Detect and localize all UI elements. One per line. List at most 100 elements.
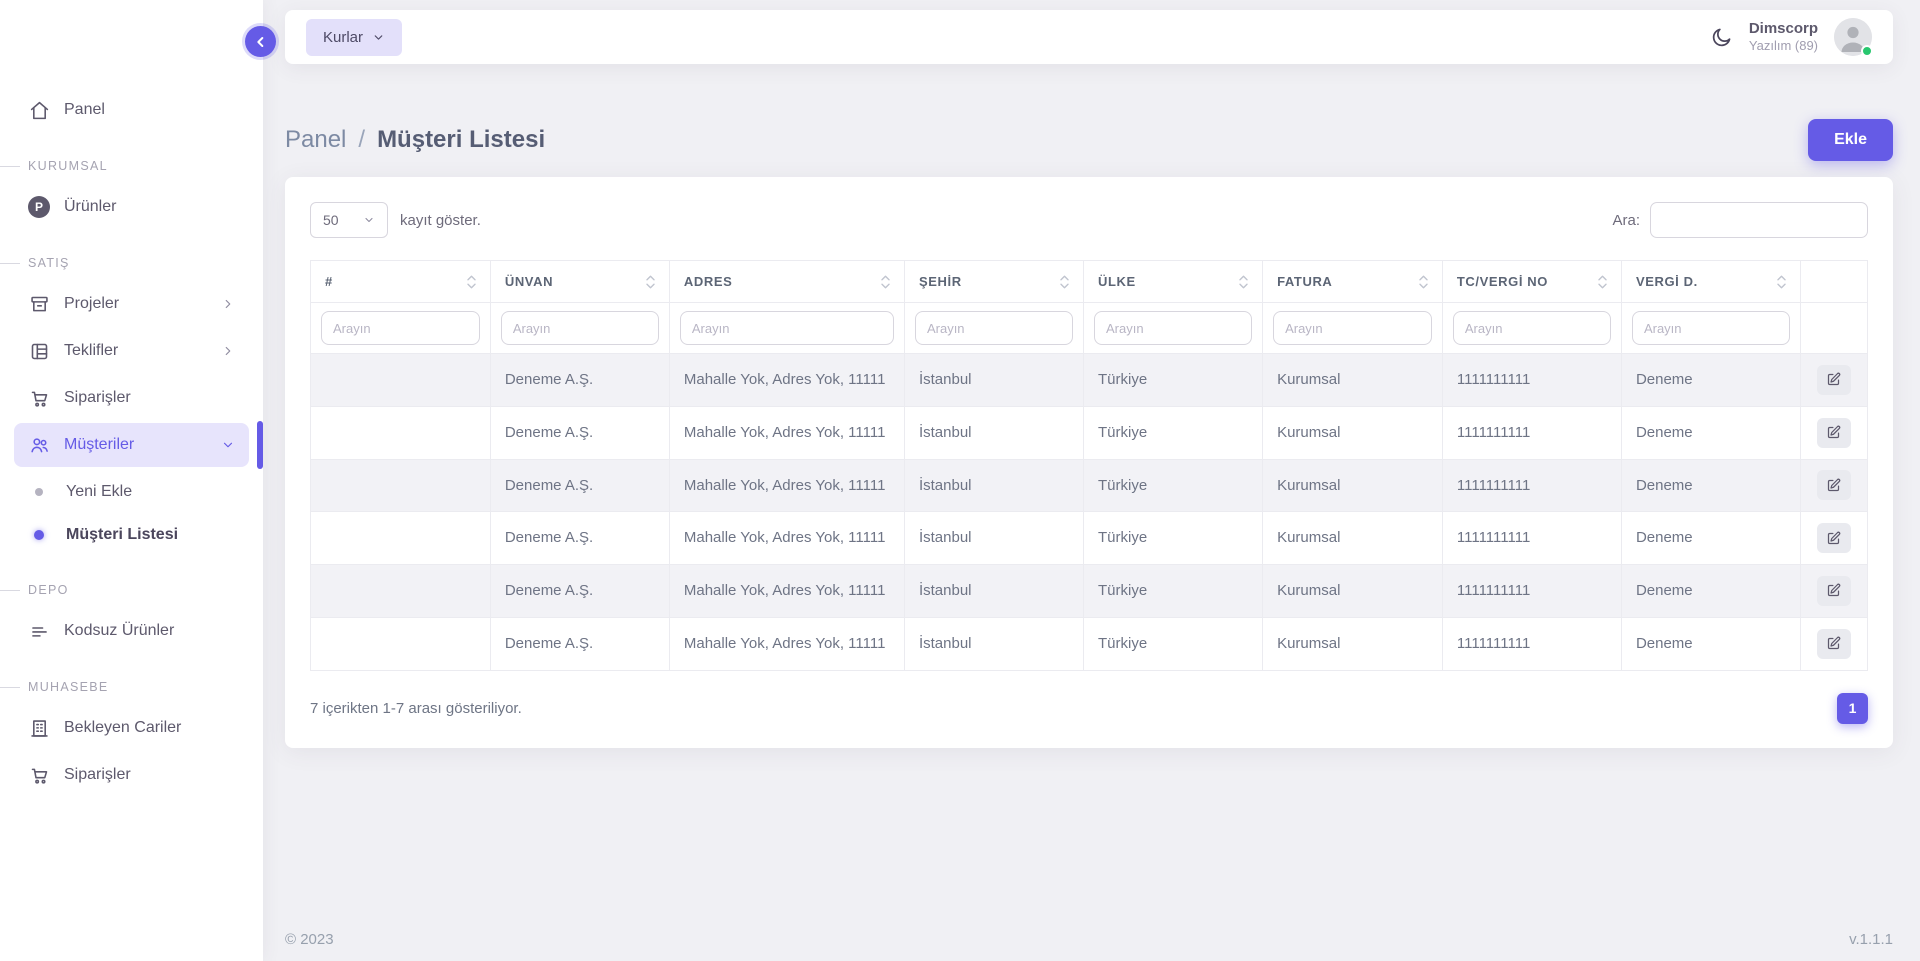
chevron-down-icon [372, 31, 385, 44]
cell-fatura: Kurumsal [1263, 565, 1443, 618]
edit-row-button[interactable] [1817, 523, 1851, 553]
cell-unvan: Deneme A.Ş. [490, 406, 669, 459]
cell-tc-vergi-no: 1111111111 [1442, 459, 1621, 512]
filter-input-vergi-d[interactable] [1632, 311, 1790, 345]
column-header-num[interactable]: # [311, 261, 491, 303]
sidebar-item-projeler[interactable]: Projeler [14, 282, 249, 326]
edit-row-button[interactable] [1817, 418, 1851, 448]
sidebar-section-muhasebe: MUHASEBE [14, 680, 249, 694]
cart-icon [28, 764, 50, 786]
sidebar-section-depo: DEPO [14, 583, 249, 597]
cell-adres: Mahalle Yok, Adres Yok, 11111 [669, 565, 904, 618]
sidebar-section-satis: SATIŞ [14, 256, 249, 270]
sidebar-item-panel[interactable]: Panel [14, 88, 249, 132]
sidebar-item-siparisler-muhasebe[interactable]: Siparişler [14, 753, 249, 797]
pagination-page-1[interactable]: 1 [1837, 693, 1868, 724]
sidebar-item-musteriler[interactable]: Müşteriler [14, 423, 249, 467]
page-length-select[interactable]: 50 [310, 202, 388, 238]
customer-table: # ÜNVAN ADRES ŞEHİR ÜLKE FATURA TC/VERGİ… [310, 260, 1868, 671]
user-info[interactable]: Dimscorp Yazılım (89) [1749, 20, 1818, 55]
customer-list-card: 50 kayıt göster. Ara: # ÜNVAN ADRES [285, 177, 1893, 748]
sidebar-item-teklifler[interactable]: Teklifler [14, 329, 249, 373]
cell-unvan: Deneme A.Ş. [490, 354, 669, 407]
sidebar-item-urunler[interactable]: P Ürünler [14, 185, 249, 229]
version-text: v.1.1.1 [1849, 931, 1893, 948]
edit-pencil-icon [1826, 583, 1841, 598]
filter-input-adres[interactable] [680, 311, 894, 345]
sidebar-item-bekleyen-cariler[interactable]: Bekleyen Cariler [14, 706, 249, 750]
cell-vergi-d: Deneme [1621, 459, 1800, 512]
home-icon [28, 99, 50, 121]
filter-input-unvan[interactable] [501, 311, 659, 345]
cell-unvan: Deneme A.Ş. [490, 617, 669, 670]
breadcrumb-panel-link[interactable]: Panel [285, 126, 346, 154]
sidebar-item-kodsuz-urunler[interactable]: Kodsuz Ürünler [14, 609, 249, 653]
column-header-tc-vergi-no[interactable]: TC/VERGİ NO [1442, 261, 1621, 303]
edit-pencil-icon [1826, 425, 1841, 440]
cell-sehir: İstanbul [904, 565, 1083, 618]
cell-unvan: Deneme A.Ş. [490, 565, 669, 618]
page-length-value: 50 [323, 212, 339, 228]
sidebar-item-label: Kodsuz Ürünler [64, 622, 174, 640]
filter-input-sehir[interactable] [915, 311, 1073, 345]
breadcrumb-separator: / [358, 126, 365, 154]
column-header-adres[interactable]: ADRES [669, 261, 904, 303]
filter-input-num[interactable] [321, 311, 480, 345]
column-header-fatura[interactable]: FATURA [1263, 261, 1443, 303]
cell-adres: Mahalle Yok, Adres Yok, 11111 [669, 459, 904, 512]
cell-vergi-d: Deneme [1621, 512, 1800, 565]
filter-input-fatura[interactable] [1273, 311, 1432, 345]
page-length-label: kayıt göster. [400, 212, 481, 229]
dark-mode-toggle[interactable] [1710, 26, 1733, 49]
column-header-ulke[interactable]: ÜLKE [1084, 261, 1263, 303]
cell-ulke: Türkiye [1084, 512, 1263, 565]
kurlar-dropdown-button[interactable]: Kurlar [306, 19, 402, 56]
sidebar-subitem-label: Müşteri Listesi [66, 526, 178, 544]
sidebar-subitem-yeni-ekle[interactable]: Yeni Ekle [14, 470, 249, 513]
user-role: Yazılım (89) [1749, 38, 1818, 54]
cell-ulke: Türkiye [1084, 459, 1263, 512]
top-navbar: Kurlar Dimscorp Yazılım (89) [285, 10, 1893, 64]
p-badge-icon: P [28, 196, 50, 218]
edit-row-button[interactable] [1817, 365, 1851, 395]
archive-icon [28, 293, 50, 315]
cell-ulke: Türkiye [1084, 565, 1263, 618]
sidebar-collapse-button[interactable] [245, 26, 276, 57]
filter-input-tc-vergi-no[interactable] [1453, 311, 1611, 345]
sidebar-item-label: Panel [64, 101, 105, 119]
sort-icons [881, 275, 890, 289]
table-row: Deneme A.Ş. Mahalle Yok, Adres Yok, 1111… [311, 459, 1868, 512]
cell-fatura: Kurumsal [1263, 406, 1443, 459]
table-info: 7 içerikten 1-7 arası gösteriliyor. [310, 700, 522, 717]
edit-row-button[interactable] [1817, 576, 1851, 606]
filter-input-ulke[interactable] [1094, 311, 1252, 345]
sort-icons [467, 275, 476, 289]
add-button[interactable]: Ekle [1808, 119, 1893, 161]
search-input[interactable] [1650, 202, 1868, 238]
column-header-vergi-d[interactable]: VERGİ D. [1621, 261, 1800, 303]
cell-tc-vergi-no: 1111111111 [1442, 565, 1621, 618]
cell-adres: Mahalle Yok, Adres Yok, 11111 [669, 512, 904, 565]
column-header-sehir[interactable]: ŞEHİR [904, 261, 1083, 303]
cell-adres: Mahalle Yok, Adres Yok, 11111 [669, 354, 904, 407]
bullet-icon [28, 530, 50, 540]
sidebar-subitem-musteri-listesi[interactable]: Müşteri Listesi [14, 513, 249, 556]
column-header-unvan[interactable]: ÜNVAN [490, 261, 669, 303]
sort-icons [646, 275, 655, 289]
cell-ulke: Türkiye [1084, 406, 1263, 459]
cell-sehir: İstanbul [904, 406, 1083, 459]
cell-tc-vergi-no: 1111111111 [1442, 617, 1621, 670]
copyright-text: © 2023 [285, 931, 334, 948]
avatar[interactable] [1834, 18, 1872, 56]
edit-row-button[interactable] [1817, 629, 1851, 659]
list-lines-icon [28, 620, 50, 642]
sidebar-item-label: Projeler [64, 295, 119, 313]
sidebar-section-label: DEPO [28, 583, 69, 597]
sidebar-item-siparisler[interactable]: Siparişler [14, 376, 249, 420]
chevron-down-icon [363, 214, 375, 226]
user-name: Dimscorp [1749, 20, 1818, 39]
search-label: Ara: [1612, 212, 1640, 229]
page-title: Müşteri Listesi [377, 126, 545, 154]
edit-row-button[interactable] [1817, 470, 1851, 500]
chevron-right-icon [221, 297, 235, 311]
